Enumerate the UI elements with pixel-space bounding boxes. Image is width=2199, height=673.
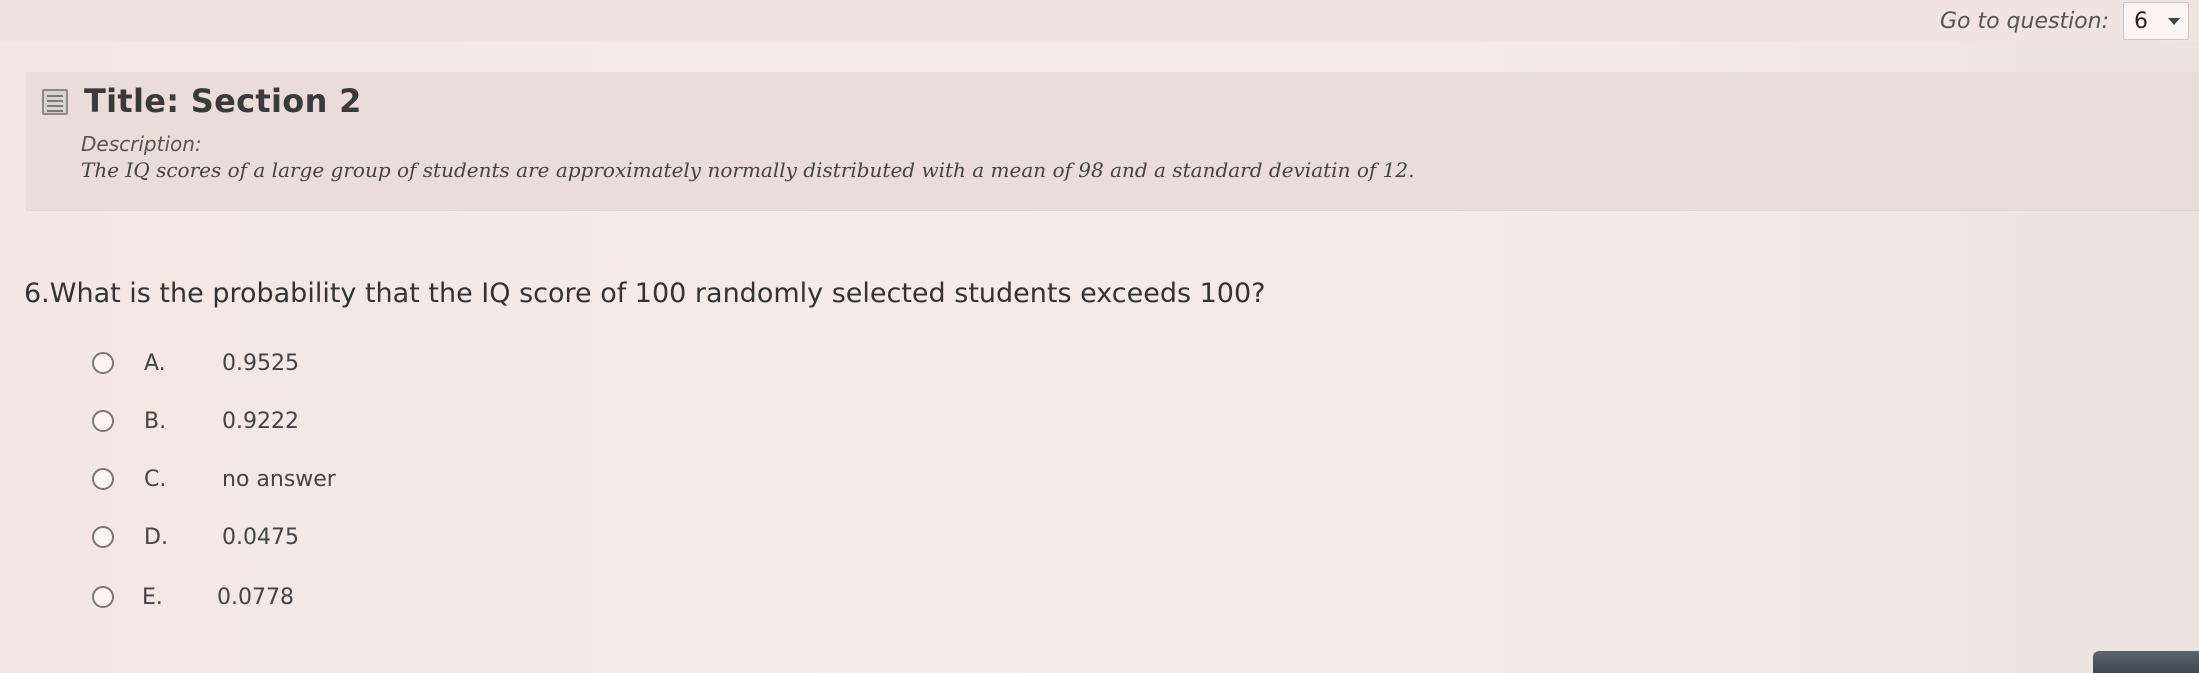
option-text: 0.0778	[217, 584, 294, 610]
option-b[interactable]: B. 0.9222	[92, 404, 299, 438]
question-number-select[interactable]: 6	[2123, 2, 2189, 40]
radio-icon[interactable]	[92, 526, 114, 548]
radio-icon[interactable]	[92, 410, 114, 432]
radio-icon[interactable]	[92, 352, 114, 374]
option-letter: B.	[144, 408, 167, 434]
description-label: Description:	[81, 132, 202, 156]
option-c[interactable]: C. no answer	[92, 462, 336, 496]
corner-button[interactable]	[2093, 651, 2199, 673]
radio-icon[interactable]	[92, 586, 114, 608]
option-text: 0.9222	[222, 408, 299, 434]
question-number-value: 6	[2134, 8, 2148, 34]
option-text: 0.9525	[222, 350, 299, 376]
description-text: The IQ scores of a large group of studen…	[81, 158, 1415, 182]
list-icon	[42, 89, 68, 115]
section-panel: Title: Section 2 Description: The IQ sco…	[26, 72, 2199, 210]
chevron-down-icon	[2168, 17, 2180, 25]
option-letter: D.	[144, 524, 168, 550]
section-title: Title: Section 2	[84, 82, 362, 120]
question-text: 6.What is the probability that the IQ sc…	[24, 278, 1266, 309]
option-letter: E.	[142, 584, 163, 610]
option-letter: C.	[144, 466, 167, 492]
option-d[interactable]: D. 0.0475	[92, 520, 299, 554]
top-bar	[0, 0, 2199, 42]
option-e[interactable]: E. 0.0778	[92, 580, 294, 614]
option-text: no answer	[222, 466, 336, 492]
radio-icon[interactable]	[92, 468, 114, 490]
go-to-question-label: Go to question:	[1939, 8, 2109, 34]
option-a[interactable]: A. 0.9525	[92, 346, 299, 380]
go-to-question: Go to question: 6	[1940, 2, 2189, 40]
option-letter: A.	[144, 350, 166, 376]
option-text: 0.0475	[222, 524, 299, 550]
